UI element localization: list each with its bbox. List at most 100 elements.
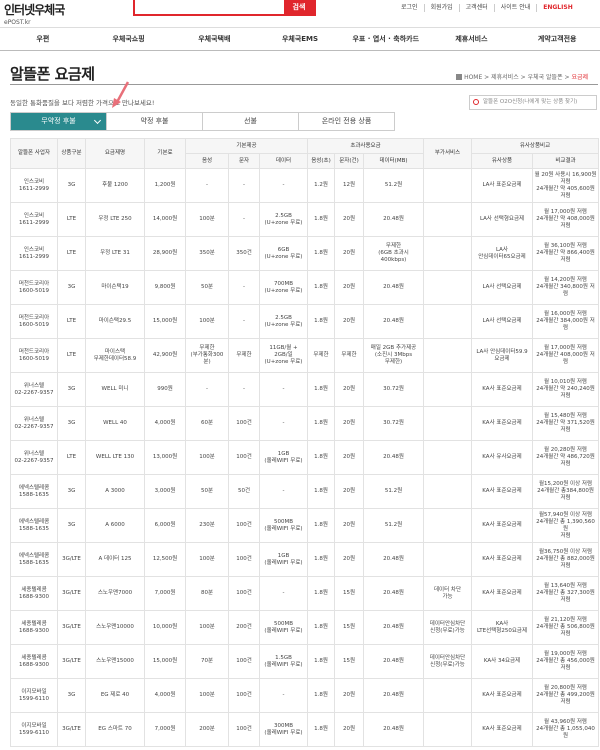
nav-item-stamps[interactable]: 우표 · 엽서 · 축하카드: [343, 28, 429, 50]
table-cell: 위너스텔 02-2267-9357: [10, 372, 58, 407]
table-cell: A 3000: [85, 474, 145, 509]
table-cell: [423, 202, 472, 237]
table-cell: 3G/LTE: [57, 644, 86, 679]
table-cell: LA사 안심데이터65요금제: [471, 236, 533, 271]
table-cell: 스노우맨15000: [85, 644, 145, 679]
table-cell: 3,000원: [144, 474, 186, 509]
table-cell: -: [185, 372, 229, 407]
plan-table: 알뜰폰 사업자 상품구분 요금제명 기본료 기본제공 초과사용요금 부가서비스 …: [10, 138, 599, 747]
table-cell: 15원: [334, 576, 364, 611]
table-row: 머천드코리아 1600-5019 LTE 마이스택 무제한데이터58.9 42,900…: [10, 338, 599, 373]
table-cell: 20.48원: [363, 644, 424, 679]
english-link[interactable]: ENGLISH: [536, 4, 578, 12]
table-row: 위너스텔 02-2267-9357 3G WELL 미니 990원 - - -1.8원 20원…: [10, 372, 599, 407]
table-cell: 이지모바일 1599-6110: [10, 678, 58, 713]
table-cell: -: [259, 678, 308, 713]
table-cell: -: [228, 304, 260, 339]
table-cell: 60분: [185, 406, 229, 441]
table-cell: 20원: [334, 202, 364, 237]
table-cell: LA사 선택요금제: [471, 304, 533, 339]
tab-prepaid[interactable]: 선불: [202, 113, 298, 130]
table-cell: 300MB (올레WIFI 무료): [259, 712, 308, 747]
login-link[interactable]: 로그인: [395, 4, 424, 12]
table-cell: [423, 304, 472, 339]
customer-center-link[interactable]: 고객센터: [458, 4, 494, 12]
table-cell: 1.8원: [307, 406, 335, 441]
table-cell: KA사 표준요금제: [471, 474, 533, 509]
table-cell: 무제한: [228, 338, 260, 373]
home-icon: [456, 74, 463, 80]
nav-item-contract[interactable]: 계약고객전용: [514, 28, 600, 50]
table-cell: 3G: [57, 372, 86, 407]
table-cell: 700MB (U+zone 무료): [259, 270, 308, 305]
table-cell: 14,000원: [144, 202, 186, 237]
signup-link[interactable]: 회원가입: [423, 4, 459, 12]
table-cell: 100건: [228, 644, 260, 679]
breadcrumb-partner[interactable]: 제휴서비스: [491, 74, 519, 81]
table-cell: -: [228, 202, 260, 237]
table-cell: KA사 표준요금제: [471, 712, 533, 747]
table-row: 세종텔레콤 1688-9300 3G/LTE 스노우맨7000 7,000원 80분 10…: [10, 576, 599, 611]
table-cell: 월 16,000원 저렴 24개월간 384,000원 저렴: [532, 304, 599, 339]
table-cell: 100건: [228, 542, 260, 577]
nav-item-ems[interactable]: 우체국EMS: [257, 28, 343, 50]
o2o-search-input[interactable]: 알뜰폰 O2O신청(나에게 맞는 상품 찾기): [469, 95, 597, 110]
breadcrumb-home[interactable]: HOME: [464, 74, 482, 81]
site-logo[interactable]: 인터넷우체국 ePOST.kr: [4, 1, 65, 26]
table-cell: 마이스택 무제한데이터58.9: [85, 338, 145, 373]
table-cell: 15원: [334, 644, 364, 679]
table-cell: 12원: [334, 168, 364, 203]
table-cell: 4,000원: [144, 406, 186, 441]
table-cell: 1.8원: [307, 576, 335, 611]
breadcrumb-mvno[interactable]: 우체국 알뜰폰: [528, 74, 563, 81]
col-header: 비교결과: [532, 153, 599, 169]
chevron-down-icon: [93, 116, 102, 125]
table-cell: KA사 표준요금제: [471, 542, 533, 577]
table-cell: -: [259, 406, 308, 441]
table-cell: 3G: [57, 474, 86, 509]
table-cell: 1.8원: [307, 474, 335, 509]
table-cell: 100건: [228, 712, 260, 747]
table-cell: 100분: [185, 202, 229, 237]
table-cell: 무제한 (부가통화300분): [185, 338, 229, 373]
table-cell: 에넥스텔레콤 1588-1635: [10, 508, 58, 543]
nav-item-shopping[interactable]: 우체국쇼핑: [86, 28, 172, 50]
site-guide-link[interactable]: 사이트 안내: [493, 4, 537, 12]
table-row: 에넥스텔레콤 1588-1635 3G A 6000 6,000원 230분 100건 50…: [10, 508, 599, 543]
table-cell: [423, 508, 472, 543]
tab-online-only[interactable]: 온라인 전용 상품: [298, 113, 394, 130]
table-cell: 에넥스텔레콤 1588-1635: [10, 474, 58, 509]
table-cell: 인스코비 1611-2999: [10, 202, 58, 237]
nav-item-partner[interactable]: 제휴서비스: [429, 28, 515, 50]
table-cell: 월 17,000원 저렴 24개월간 약 408,000원 저렴: [532, 202, 599, 237]
tab-postpaid-no-contract[interactable]: 무약정 후불: [11, 113, 106, 130]
tab-postpaid-contract[interactable]: 약정 후불: [106, 113, 202, 130]
nav-item-mail[interactable]: 우편: [0, 28, 86, 50]
table-cell: 70분: [185, 644, 229, 679]
search-button[interactable]: 검색: [284, 0, 314, 14]
table-cell: -: [259, 576, 308, 611]
table-cell: 20.48원: [363, 610, 424, 645]
table-cell: 1.8원: [307, 610, 335, 645]
nav-item-parcel[interactable]: 우체국택배: [171, 28, 257, 50]
table-cell: 3G: [57, 508, 86, 543]
table-cell: 100건: [228, 678, 260, 713]
table-cell: 42,900원: [144, 338, 186, 373]
breadcrumb: HOME > 제휴서비스 > 우체국 알뜰폰 > 요금제: [456, 72, 588, 81]
table-cell: 월 43,960원 저렴 24개월간 총 1,055,040원: [532, 712, 599, 747]
table-cell: 1.8원: [307, 270, 335, 305]
col-header: 음성: [185, 153, 229, 169]
table-cell: 마이슨택19: [85, 270, 145, 305]
table-cell: -: [185, 168, 229, 203]
table-cell: 7,000원: [144, 712, 186, 747]
table-cell: 3G/LTE: [57, 542, 86, 577]
col-header: 데이터(MB): [363, 153, 424, 169]
table-row: 에넥스텔레콤 1588-1635 3G A 3000 3,000원 50분 50건 -1.8…: [10, 474, 599, 509]
search-input[interactable]: [135, 0, 284, 14]
table-cell: 월 17,000원 저렴 24개월간 408,000원 저렴: [532, 338, 599, 373]
table-cell: 20원: [334, 372, 364, 407]
table-cell: 51.2원: [363, 474, 424, 509]
group-header-basic: 기본제공: [185, 138, 308, 154]
table-cell: 990원: [144, 372, 186, 407]
table-cell: 100분: [185, 440, 229, 475]
